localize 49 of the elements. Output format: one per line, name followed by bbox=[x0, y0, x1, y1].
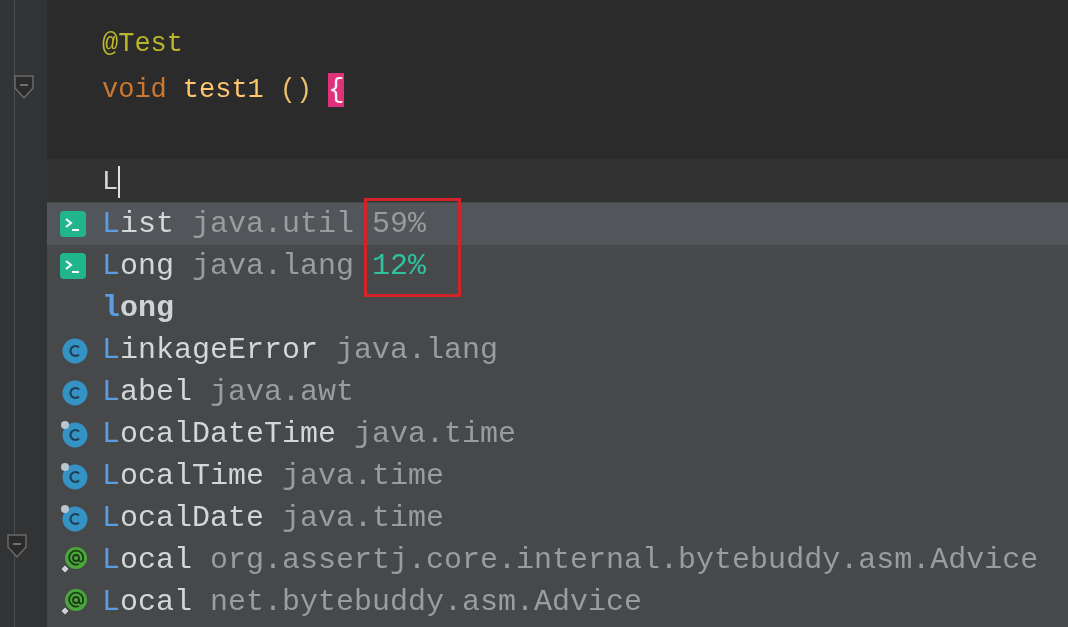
completion-name: Local bbox=[102, 583, 193, 621]
class-icon bbox=[60, 504, 88, 532]
completion-item[interactable]: Label java.awt bbox=[47, 371, 1068, 413]
package-name: java.time bbox=[282, 499, 445, 537]
annotation-icon bbox=[60, 588, 88, 616]
completion-name: LocalTime bbox=[102, 457, 265, 495]
package-name: java.lang bbox=[192, 247, 355, 285]
package-name: java.awt bbox=[210, 373, 355, 411]
code-token: @Test bbox=[102, 28, 183, 61]
completion-item[interactable]: LocalDate java.time bbox=[47, 497, 1068, 539]
score-percent: 59% bbox=[372, 205, 427, 243]
package-name: net.bytebuddy.asm.Advice bbox=[210, 583, 643, 621]
score-percent: 12% bbox=[372, 247, 427, 285]
fold-icon[interactable] bbox=[12, 74, 35, 100]
terminal-icon bbox=[60, 211, 86, 237]
completion-item[interactable]: Local net.bytebuddy.asm.Advice bbox=[47, 581, 1068, 623]
completion-item[interactable]: LocalTime java.time bbox=[47, 455, 1068, 497]
code-token: () bbox=[279, 74, 313, 107]
package-name: java.util bbox=[192, 205, 355, 243]
typed-text: L bbox=[102, 166, 119, 199]
package-name: java.lang bbox=[336, 331, 499, 369]
package-name: java.time bbox=[282, 457, 445, 495]
fold-icon[interactable] bbox=[5, 533, 28, 559]
code-token: test1 bbox=[182, 74, 264, 107]
completion-name: long bbox=[102, 289, 175, 327]
completion-item[interactable]: long bbox=[47, 287, 1068, 329]
completion-name: LocalDate bbox=[102, 499, 265, 537]
code-token: void bbox=[102, 74, 167, 107]
completion-item[interactable]: LinkageError java.lang bbox=[47, 329, 1068, 371]
text-cursor bbox=[118, 166, 121, 198]
package-name: java.time bbox=[354, 415, 517, 453]
completion-name: Long bbox=[102, 247, 175, 285]
completion-name: LinkageError bbox=[102, 331, 319, 369]
completion-item[interactable]: LocalDateTime java.time bbox=[47, 413, 1068, 455]
code-token: { bbox=[328, 73, 345, 107]
class-icon bbox=[60, 462, 88, 490]
class-icon bbox=[60, 336, 88, 364]
class-icon bbox=[60, 420, 88, 448]
annotation-icon bbox=[60, 546, 88, 574]
terminal-icon bbox=[60, 253, 86, 279]
completion-item[interactable]: Local org.assertj.core.internal.bytebuddy.asm.Advice bbox=[47, 539, 1068, 581]
completion-name: LocalDateTime bbox=[102, 415, 337, 453]
completion-item[interactable]: List java.util 59% bbox=[47, 203, 1068, 245]
completion-name: Local bbox=[102, 541, 193, 579]
completion-item[interactable]: Long java.lang 12% bbox=[47, 245, 1068, 287]
completion-name: List bbox=[102, 205, 175, 243]
package-name: org.assertj.core.internal.bytebuddy.asm.Advice bbox=[210, 541, 1039, 579]
completion-name: Label bbox=[102, 373, 193, 411]
class-icon bbox=[60, 378, 88, 406]
